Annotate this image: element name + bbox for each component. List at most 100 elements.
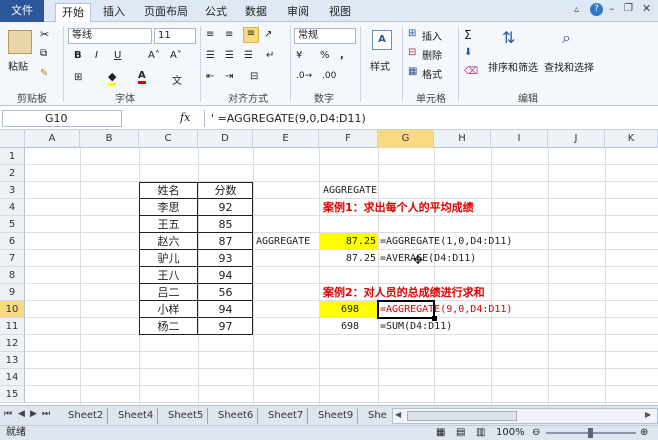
table-cell-name[interactable]: 杨二	[139, 318, 198, 335]
paste-icon[interactable]	[8, 30, 32, 54]
underline-button[interactable]: U	[114, 50, 121, 61]
row-header[interactable]: 7	[0, 250, 25, 267]
table-header-score[interactable]: 分数	[198, 182, 253, 199]
column-header[interactable]: K	[605, 130, 658, 148]
row-header[interactable]: 10	[0, 301, 25, 318]
tab-insert[interactable]: 插入	[98, 3, 130, 22]
cell-g6[interactable]: =AGGREGATE(1,0,D4:D11)	[380, 233, 512, 250]
decrease-indent-icon[interactable]: ⇤	[206, 71, 214, 82]
row-header[interactable]: 3	[0, 182, 25, 199]
currency-icon[interactable]: ¥	[296, 50, 302, 61]
increase-indent-icon[interactable]: ⇥	[225, 71, 233, 82]
row-header[interactable]: 9	[0, 284, 25, 301]
format-cells-button[interactable]: 格式	[422, 66, 442, 81]
decrease-decimal-icon[interactable]: .00	[322, 71, 336, 81]
zoom-in-icon[interactable]: ⊕	[640, 426, 648, 440]
row-header[interactable]: 2	[0, 165, 25, 182]
styles-icon[interactable]: A	[372, 30, 392, 50]
font-size-select[interactable]: 11	[154, 28, 196, 44]
delete-cells-button[interactable]: 删除	[422, 47, 442, 62]
sort-filter-icon[interactable]: ⇅	[502, 28, 515, 47]
row-header[interactable]: 8	[0, 267, 25, 284]
scroll-right-icon[interactable]: ▶	[645, 410, 651, 419]
format-cells-icon[interactable]: ▦	[408, 66, 417, 77]
fill-color-icon[interactable]: ◆	[108, 70, 117, 86]
horizontal-scrollbar[interactable]: ◀ ▶	[392, 408, 658, 424]
page-break-view-icon[interactable]: ▥	[476, 426, 485, 440]
zoom-level[interactable]: 100%	[496, 426, 525, 440]
normal-view-icon[interactable]: ▦	[436, 426, 445, 440]
sheet-tab[interactable]: Sheet7	[264, 408, 309, 424]
cell-f6[interactable]: 87.25	[319, 233, 376, 250]
align-left-icon[interactable]: ☰	[206, 50, 215, 61]
sheet-tab[interactable]: Sheet4	[114, 408, 159, 424]
column-header[interactable]: C	[139, 130, 198, 148]
tab-view[interactable]: 视图	[324, 3, 356, 22]
align-right-icon[interactable]: ☰	[244, 50, 253, 61]
sheet-tab[interactable]: Sheet6	[214, 408, 259, 424]
last-sheet-icon[interactable]: ⏭	[42, 409, 50, 419]
select-all-corner[interactable]	[0, 130, 25, 148]
row-header[interactable]: 1	[0, 148, 25, 165]
fill-handle[interactable]	[432, 316, 437, 321]
table-cell-score[interactable]: 94	[198, 301, 253, 318]
merge-center-icon[interactable]: ⊟	[250, 71, 258, 82]
autosum-icon[interactable]: Σ	[464, 28, 472, 42]
cell-f11[interactable]: 698	[319, 318, 359, 335]
sheet-tab[interactable]: Sheet2	[64, 408, 109, 424]
column-header[interactable]: G	[378, 130, 434, 148]
zoom-slider-thumb[interactable]	[588, 428, 593, 438]
table-cell-name[interactable]: 小样	[139, 301, 198, 318]
name-box[interactable]: G10	[2, 110, 122, 127]
cell-e6[interactable]: AGGREGATE	[256, 233, 310, 250]
prev-sheet-icon[interactable]: ◀	[18, 409, 25, 419]
restore-icon[interactable]: ❐	[624, 3, 633, 14]
font-color-button[interactable]: A	[138, 70, 146, 84]
styles-button[interactable]: 样式	[370, 58, 390, 73]
first-sheet-icon[interactable]: ⏮	[4, 409, 12, 419]
row-header[interactable]: 11	[0, 318, 25, 335]
column-header[interactable]: H	[434, 130, 491, 148]
insert-function-icon[interactable]: fx	[180, 111, 190, 124]
table-cell-score[interactable]: 94	[198, 267, 253, 284]
format-painter-icon[interactable]: ✎	[40, 68, 48, 79]
column-header[interactable]: F	[319, 130, 378, 148]
row-header[interactable]: 5	[0, 216, 25, 233]
table-cell-score[interactable]: 56	[198, 284, 253, 301]
align-top-icon[interactable]: ≡	[206, 29, 214, 40]
align-bottom-icon[interactable]: ≡	[243, 27, 259, 43]
align-center-icon[interactable]: ☰	[225, 50, 234, 61]
wrap-text-icon[interactable]: ↵	[266, 50, 274, 61]
row-header[interactable]: 15	[0, 386, 25, 403]
tab-review[interactable]: 审阅	[282, 3, 314, 22]
sort-filter-button[interactable]: 排序和筛选	[488, 59, 538, 74]
tab-home[interactable]: 开始	[55, 3, 91, 23]
tab-file[interactable]: 文件	[0, 0, 44, 22]
table-cell-score[interactable]: 85	[198, 216, 253, 233]
column-header[interactable]: D	[198, 130, 253, 148]
cell-f3[interactable]: AGGREGATE	[323, 182, 377, 199]
fill-icon[interactable]: ⬇	[464, 47, 472, 58]
delete-cells-icon[interactable]: ⊟	[408, 47, 416, 58]
decrease-font-icon[interactable]: A˅	[170, 50, 182, 61]
scrollbar-thumb[interactable]	[407, 411, 517, 421]
find-select-button[interactable]: 查找和选择	[544, 59, 594, 74]
scroll-left-icon[interactable]: ◀	[395, 410, 401, 419]
close-icon[interactable]: ✕	[642, 2, 651, 15]
cell-f7[interactable]: 87.25	[319, 250, 376, 267]
row-header[interactable]: 12	[0, 335, 25, 352]
increase-font-icon[interactable]: A˄	[148, 50, 160, 61]
cell-f9[interactable]: 案例2：对人员的总成绩进行求和	[323, 284, 485, 301]
sheet-tab[interactable]: Sheet9	[314, 408, 359, 424]
table-cell-score[interactable]: 97	[198, 318, 253, 335]
cut-icon[interactable]: ✂	[40, 28, 49, 41]
tab-data[interactable]: 数据	[240, 3, 272, 22]
cell-f4[interactable]: 案例1：求出每个人的平均成绩	[323, 199, 474, 216]
table-cell-name[interactable]: 王八	[139, 267, 198, 284]
column-header[interactable]: A	[25, 130, 80, 148]
italic-button[interactable]: I	[95, 50, 98, 61]
zoom-out-icon[interactable]: ⊖	[532, 426, 540, 440]
minimize-ribbon-icon[interactable]: ▵	[574, 4, 579, 15]
copy-icon[interactable]: ⧉	[40, 48, 47, 59]
column-header[interactable]: I	[491, 130, 548, 148]
